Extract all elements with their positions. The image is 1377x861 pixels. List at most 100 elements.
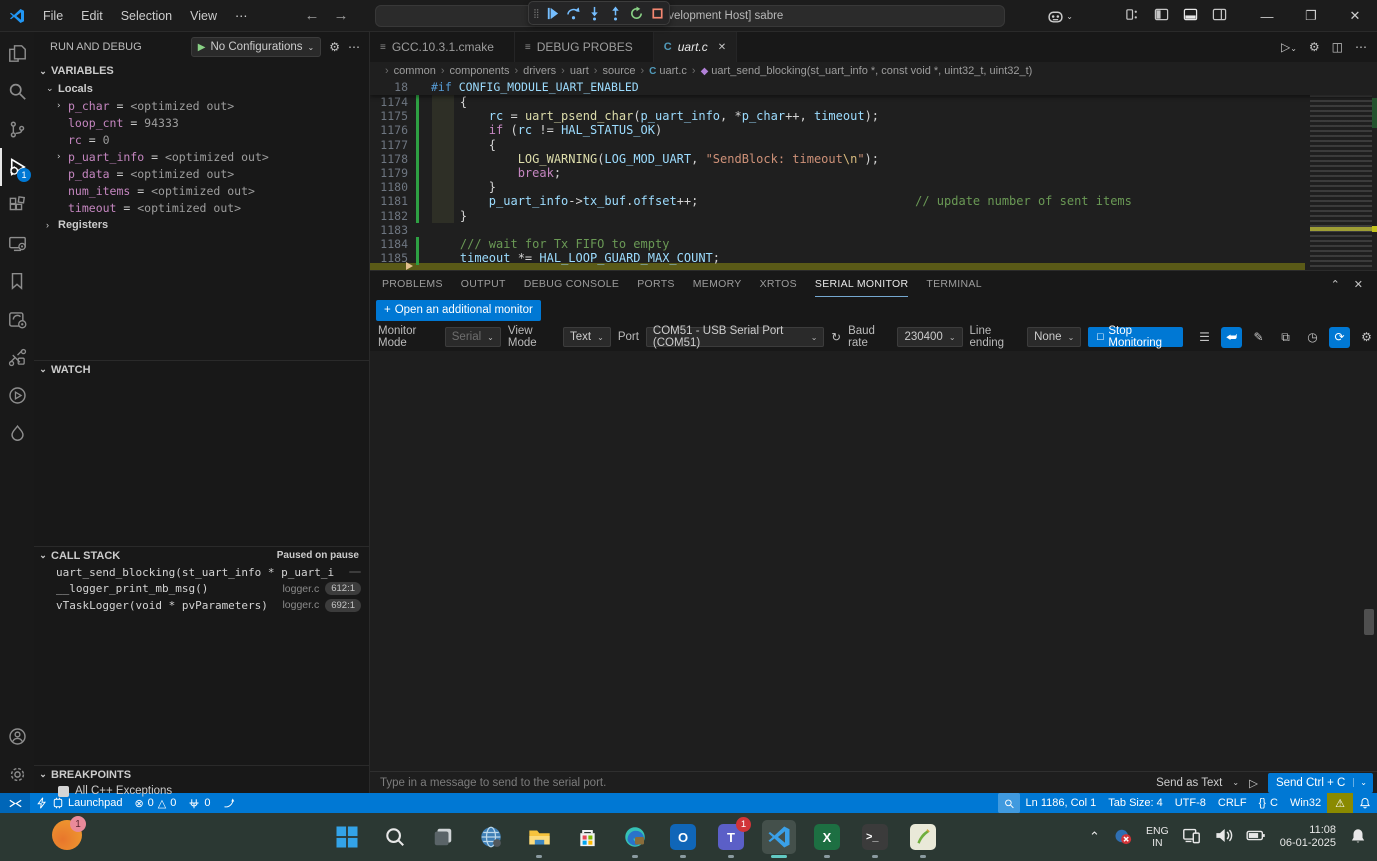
panel-tab[interactable]: PROBLEMS — [382, 271, 443, 297]
menu-file[interactable]: File — [34, 5, 72, 27]
editor-tab[interactable]: C uart.c ✕ — [654, 32, 737, 62]
line-number[interactable]: 1175 — [370, 109, 416, 123]
panel-tab[interactable]: OUTPUT — [461, 271, 506, 297]
call-stack-section-header[interactable]: ⌄ CALL STACK Paused on pause — [34, 546, 369, 564]
port-select[interactable]: COM51 - USB Serial Port (COM51)⌄ — [646, 327, 825, 347]
toggle-autoscroll-icon[interactable]: ⮨ — [1221, 327, 1242, 348]
vscode-taskbar-icon[interactable] — [762, 820, 796, 854]
watch-section-header[interactable]: ⌄ WATCH — [34, 360, 369, 378]
extension-warning-badge[interactable]: ⚠ — [1327, 793, 1353, 813]
history-back-icon[interactable]: ← — [305, 7, 320, 24]
volume-icon[interactable] — [1214, 826, 1233, 848]
line-number[interactable]: 1182 — [370, 209, 416, 223]
breakpoint-checkbox[interactable] — [58, 786, 69, 797]
eol-indicator[interactable]: CRLF — [1212, 793, 1253, 813]
registers-group[interactable]: › Registers — [34, 216, 369, 233]
line-number[interactable]: 1181 — [370, 194, 416, 208]
debug-continue-icon[interactable] — [545, 6, 560, 21]
panel-tab[interactable]: DEBUG CONSOLE — [524, 271, 620, 297]
menu-edit[interactable]: Edit — [72, 5, 112, 27]
menu-view[interactable]: View — [181, 5, 226, 27]
cast-device-icon[interactable] — [1182, 826, 1201, 848]
line-number[interactable]: 1177 — [370, 138, 416, 152]
clock[interactable]: 11:0806-01-2025 — [1280, 824, 1336, 850]
bookmarks-icon[interactable] — [0, 262, 34, 300]
customize-layout-icon[interactable] — [1125, 7, 1140, 25]
line-number[interactable]: 1183 — [370, 223, 416, 237]
history-forward-icon[interactable]: → — [334, 7, 349, 24]
chat-app-icon[interactable]: 1 — [52, 820, 82, 850]
log-scrollbar-thumb[interactable] — [1364, 609, 1374, 635]
task-view-icon[interactable] — [426, 820, 460, 854]
toggle-secondary-sidebar-icon[interactable] — [1212, 7, 1227, 25]
breakpoint-row[interactable]: All C++ Exceptions — [34, 783, 369, 799]
search-icon[interactable] — [0, 72, 34, 110]
toggle-timestamp-icon[interactable]: ◷ — [1302, 327, 1323, 348]
battery-icon[interactable] — [1246, 825, 1267, 849]
open-in-terminal-icon[interactable]: ⧉ — [1275, 327, 1296, 348]
run-tasks-icon[interactable] — [0, 376, 34, 414]
breadcrumb-item[interactable]: common — [380, 65, 436, 77]
debug-settings-gear-icon[interactable]: ⚙ — [329, 40, 340, 54]
debug-configuration-select[interactable]: ▶ No Configurations ⌄ — [191, 37, 321, 57]
drag-handle-icon[interactable]: ⣿ — [533, 8, 539, 19]
tab-close-icon[interactable]: ✕ — [718, 42, 726, 53]
panel-tab[interactable]: MEMORY — [693, 271, 742, 297]
code-editor[interactable]: 18 #if CONFIG_MODULE_UART_ENABLED 1174 {… — [370, 80, 1377, 270]
source-control-icon[interactable] — [0, 110, 34, 148]
peripherals-icon[interactable] — [0, 338, 34, 376]
line-number[interactable]: 1176 — [370, 123, 416, 137]
split-editor-icon[interactable]: ◫ — [1332, 40, 1343, 54]
serial-message-input[interactable]: Type in a message to send to the serial … — [380, 777, 606, 789]
baud-rate-select[interactable]: 230400⌄ — [897, 327, 962, 347]
terminal-icon[interactable]: >_ — [858, 820, 892, 854]
line-number[interactable]: 1174 — [370, 95, 416, 109]
panel-tab[interactable]: PORTS — [637, 271, 674, 297]
debug-step-out-icon[interactable] — [608, 6, 623, 21]
run-or-debug-icon[interactable]: ▷⌄ — [1281, 40, 1297, 54]
settings-gear-icon[interactable] — [0, 755, 34, 793]
edge-browser-icon[interactable] — [618, 820, 652, 854]
zoom-indicator-icon[interactable] — [998, 793, 1020, 813]
debug-step-over-icon[interactable] — [566, 6, 581, 21]
window-minimize-button[interactable]: — — [1245, 0, 1289, 32]
cursor-position[interactable]: Ln 1186, Col 1 — [1020, 793, 1103, 813]
variable-row[interactable]: p_data = <optimized out> — [34, 165, 369, 182]
browser-globe-icon[interactable] — [474, 820, 508, 854]
minimap[interactable] — [1310, 80, 1372, 270]
start-debug-icon[interactable]: ▶ — [198, 42, 206, 53]
command-center-search[interactable]: [Extension Development Host] sabre — [375, 5, 1005, 27]
breadcrumb-item[interactable]: source — [589, 65, 636, 77]
explorer-icon[interactable] — [0, 34, 34, 72]
excel-icon[interactable]: X — [810, 820, 844, 854]
extensions-icon[interactable] — [0, 186, 34, 224]
remote-indicator[interactable] — [0, 793, 30, 813]
view-mode-select[interactable]: Text⌄ — [563, 327, 611, 347]
microsoft-store-icon[interactable] — [570, 820, 604, 854]
breakpoints-section-header[interactable]: ⌄ BREAKPOINTS — [34, 765, 369, 783]
auto-reconnect-icon[interactable]: ⟳ — [1329, 327, 1350, 348]
menu-more-icon[interactable]: ⋯ — [226, 5, 257, 27]
run-and-debug-icon[interactable]: 1 — [0, 148, 34, 186]
monitor-mode-select[interactable]: Serial⌄ — [445, 327, 501, 347]
breadcrumb-item[interactable]: uart — [556, 65, 589, 77]
line-number[interactable]: 1184 — [370, 237, 416, 251]
line-number[interactable]: 1180 — [370, 180, 416, 194]
debug-stop-icon[interactable] — [650, 6, 665, 21]
stack-frame-row[interactable]: vTaskLogger(void * pvParameters) logger.… — [34, 597, 369, 614]
editor-more-actions-icon[interactable]: ⋯ — [1355, 40, 1367, 54]
variables-section-header[interactable]: ⌄ VARIABLES — [34, 62, 369, 80]
pin-icon[interactable]: ✎ — [1248, 327, 1269, 348]
account-icon[interactable] — [0, 717, 34, 755]
variable-row[interactable]: rc = 0 — [34, 131, 369, 148]
variable-row[interactable]: › p_char = <optimized out> — [34, 97, 369, 114]
editor-tab[interactable]: ≡ GCC.10.3.1.cmake — [370, 32, 515, 62]
toggle-panel-icon[interactable] — [1183, 7, 1198, 25]
variable-row[interactable]: › p_uart_info = <optimized out> — [34, 148, 369, 165]
breadcrumb-item[interactable]: drivers — [509, 65, 556, 77]
refresh-ports-icon[interactable]: ↻ — [831, 330, 841, 344]
stack-frame-row[interactable]: __logger_print_mb_msg() logger.c 612:1 — [34, 581, 369, 598]
editor-settings-gear-icon[interactable]: ⚙ — [1309, 40, 1320, 54]
clear-output-icon[interactable]: ☰ — [1194, 327, 1215, 348]
send-ctrl-c-button[interactable]: Send Ctrl + C ⌄ — [1268, 773, 1373, 793]
